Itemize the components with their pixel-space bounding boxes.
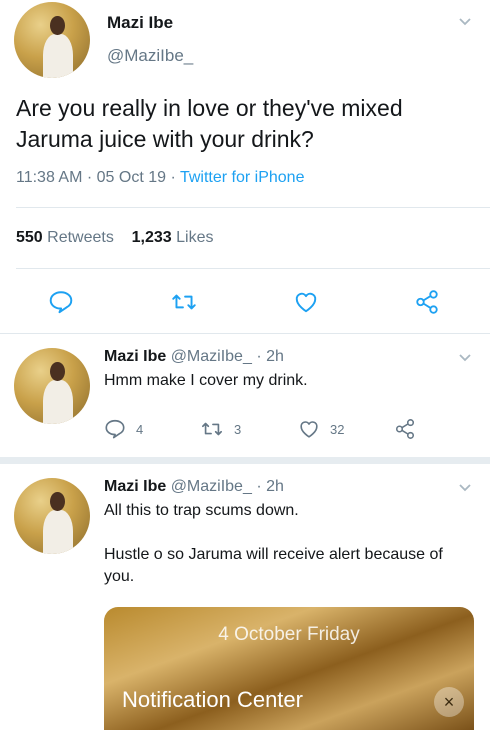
avatar[interactable] <box>14 2 90 78</box>
retweets-stat[interactable]: 550 Retweets <box>16 229 114 246</box>
retweets-count: 550 <box>16 229 43 246</box>
heart-icon <box>295 292 317 313</box>
like-button[interactable] <box>293 289 319 315</box>
avatar[interactable] <box>14 348 90 424</box>
like-button[interactable]: 32 <box>298 418 344 440</box>
likes-count: 1,233 <box>131 229 172 246</box>
tweet-stats: 550 Retweets 1,233 Likes <box>16 229 214 247</box>
divider <box>16 268 490 269</box>
media-image[interactable]: 4 October Friday Notification Center × <box>104 607 474 730</box>
reply-icon <box>105 419 125 439</box>
likes-label: Likes <box>176 229 214 246</box>
avatar[interactable] <box>14 478 90 554</box>
author-handle[interactable]: @MaziIbe_ <box>171 478 252 495</box>
retweet-button[interactable] <box>170 289 198 315</box>
author-handle[interactable]: @MaziIbe_ <box>171 348 252 365</box>
reply-header: Mazi Ibe @MaziIbe_ · 2h <box>104 348 284 366</box>
close-icon: × <box>434 687 464 717</box>
tweet-date: 05 Oct 19 <box>96 169 167 186</box>
reply-text: Hustle o so Jaruma will receive alert be… <box>104 546 443 585</box>
media-title-text: Notification Center <box>122 687 303 712</box>
tweet-source-link[interactable]: Twitter for iPhone <box>180 169 305 186</box>
retweets-label: Retweets <box>47 229 114 246</box>
likes-stat[interactable]: 1,233 Likes <box>132 229 214 246</box>
retweet-icon <box>202 422 222 436</box>
share-button[interactable] <box>414 289 440 315</box>
reply-icon <box>49 291 73 314</box>
author-handle[interactable]: @MaziIbe_ <box>107 46 193 66</box>
meta-separator: · <box>170 169 176 186</box>
like-count: 32 <box>330 421 345 437</box>
tweet-age: · 2h <box>256 348 284 365</box>
divider <box>16 207 490 208</box>
reply-count: 4 <box>136 421 144 437</box>
thread-separator <box>0 457 490 464</box>
heart-icon <box>300 421 318 438</box>
reply-header: Mazi Ibe @MaziIbe_ · 2h <box>104 478 284 496</box>
reply-text: All this to trap scums down. <box>104 502 299 519</box>
retweet-icon <box>172 294 196 310</box>
share-button[interactable] <box>394 418 416 440</box>
author-name[interactable]: Mazi Ibe <box>104 478 166 495</box>
tweet-text: Are you really in love or they've mixed … <box>16 95 403 152</box>
retweet-button[interactable]: 3 <box>200 418 241 440</box>
chevron-down-icon[interactable] <box>458 351 472 365</box>
author-name[interactable]: Mazi Ibe <box>104 348 166 365</box>
reply-text: Hmm make I cover my drink. <box>104 372 308 389</box>
tweet-time: 11:38 AM <box>16 169 83 186</box>
reply-button[interactable]: 4 <box>104 418 143 440</box>
chevron-down-icon[interactable] <box>458 15 472 29</box>
author-name[interactable]: Mazi Ibe <box>107 13 173 33</box>
media-date-text: 4 October Friday <box>218 624 360 645</box>
reply-button[interactable] <box>48 289 74 315</box>
divider <box>0 333 490 334</box>
retweet-count: 3 <box>234 421 242 437</box>
share-icon <box>416 290 438 314</box>
tweet-meta: 11:38 AM · 05 Oct 19 · Twitter for iPhon… <box>16 169 304 187</box>
meta-separator: · <box>86 169 93 186</box>
tweet-age: · 2h <box>256 478 284 495</box>
share-icon <box>395 419 415 439</box>
chevron-down-icon[interactable] <box>458 481 472 495</box>
